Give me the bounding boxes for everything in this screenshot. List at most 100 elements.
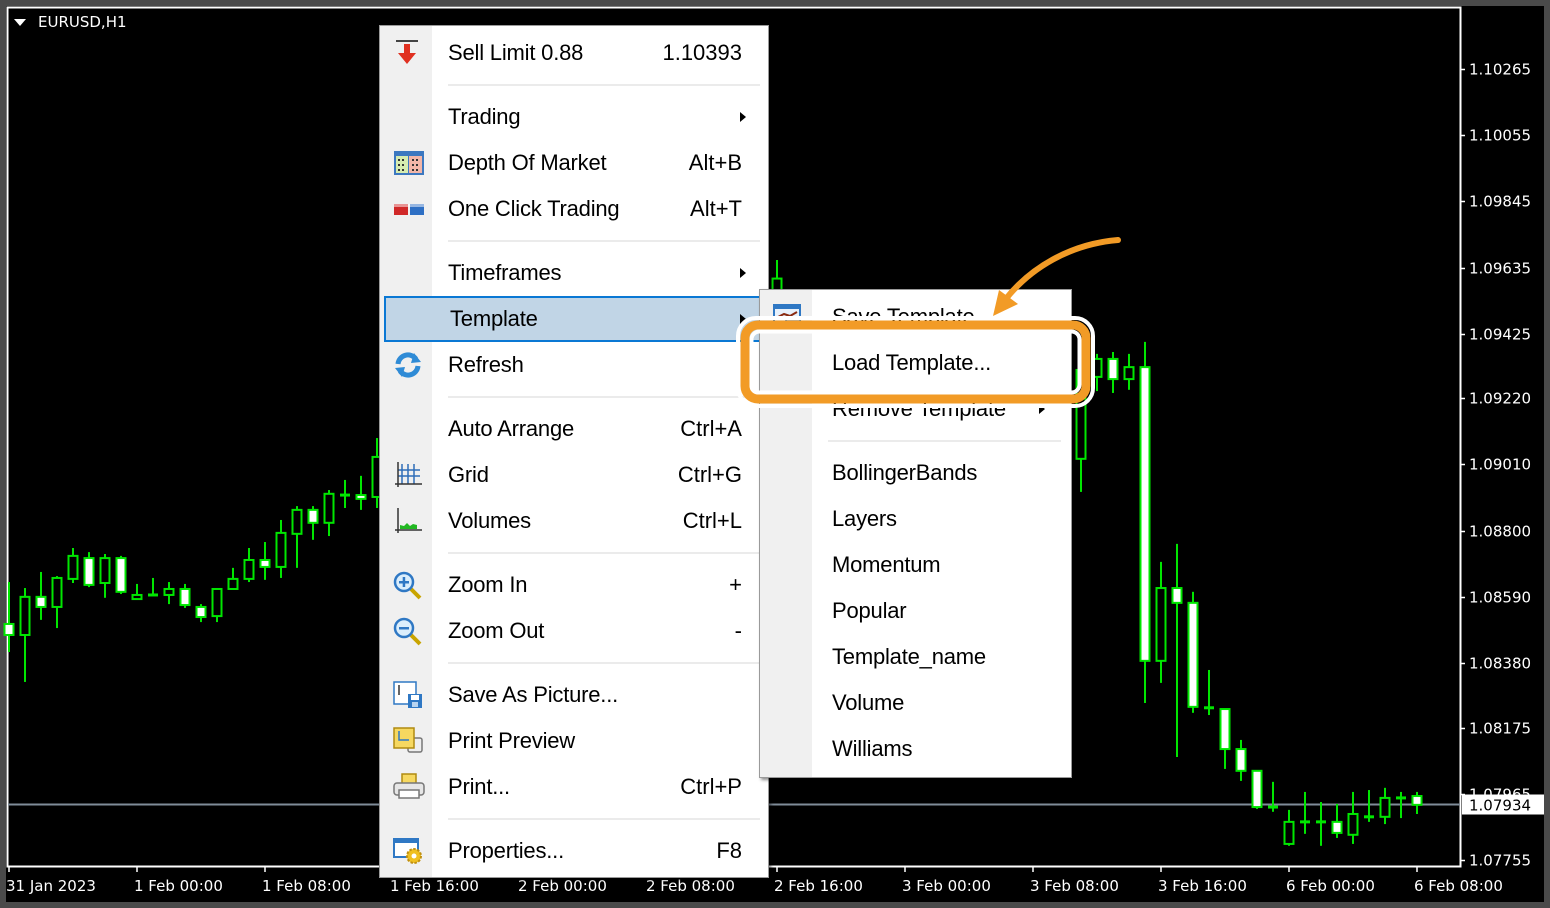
- candle: [148, 577, 158, 597]
- time-axis-label: 1 Feb 00:00: [134, 877, 223, 895]
- candle-body-bull: [211, 587, 223, 618]
- menu-item-shortcut: Ctrl+P: [680, 774, 742, 799]
- menu-item-label: Remove Template: [832, 396, 1006, 421]
- candle: [1187, 591, 1199, 713]
- menu-item-volume[interactable]: Volume: [764, 680, 1065, 726]
- candle-body-bull: [1347, 812, 1359, 836]
- menu-item-shortcut: +: [729, 572, 742, 597]
- candle: [1411, 791, 1423, 814]
- submenu-arrow-icon: [740, 314, 746, 324]
- candle: [307, 506, 319, 540]
- candle-body-bull: [67, 554, 79, 580]
- time-axis-label: 1 Feb 08:00: [262, 877, 351, 895]
- menu-separator: [448, 396, 760, 398]
- menu-item-label: Print...: [448, 774, 510, 799]
- candle: [1123, 353, 1135, 390]
- menu-item-label: Depth Of Market: [448, 150, 607, 175]
- price-axis-label: 1.08800: [1469, 523, 1531, 541]
- candle-body-bull: [1075, 368, 1087, 460]
- menu-item-print[interactable]: Print... Ctrl+P: [384, 764, 762, 810]
- price-axis: 1.10265 1.10055 1.09845 1.09635 1.09425 1.092…: [1461, 61, 1531, 870]
- menu-item-label: Auto Arrange: [448, 416, 575, 441]
- time-axis-label: 3 Feb 00:00: [902, 877, 991, 895]
- price-axis-label: 1.08590: [1469, 589, 1531, 607]
- menu-item-shortcut: Ctrl+A: [680, 416, 742, 441]
- time-axis-label: 31 Jan 2023: [6, 877, 96, 895]
- candle: [1300, 791, 1310, 834]
- menu-separator: [448, 552, 760, 554]
- menu-item-one-click-trading[interactable]: One Click Trading Alt+T: [384, 186, 762, 232]
- menu-item-popular[interactable]: Popular: [764, 588, 1065, 634]
- menu-item-remove-template[interactable]: Remove Template: [764, 386, 1065, 432]
- menu-item-save-template[interactable]: Save Template: [764, 294, 1065, 340]
- menu-item-sell-limit-0-88[interactable]: Sell Limit 0.88 1.10393: [384, 30, 762, 76]
- candle-body-bear: [179, 587, 191, 607]
- menu-item-print-preview[interactable]: Print Preview: [384, 718, 762, 764]
- candle-body-bull: [275, 531, 287, 568]
- menu-item-bollingerbands[interactable]: BollingerBands: [764, 450, 1065, 496]
- refresh-icon: [390, 350, 426, 380]
- menu-item-label: Volumes: [448, 508, 531, 533]
- price-axis-label: 1.09010: [1469, 456, 1531, 474]
- candle-body-bull: [1283, 820, 1295, 845]
- menu-separator: [448, 818, 760, 820]
- menu-item-label: Save Template: [832, 304, 975, 329]
- candle-body-bear: [1331, 820, 1343, 834]
- save-as-picture-icon: [390, 680, 426, 710]
- menu-item-shortcut: -: [734, 618, 742, 643]
- candle: [1171, 543, 1183, 757]
- candle: [259, 542, 271, 580]
- candle: [99, 553, 111, 598]
- menu-item-volumes[interactable]: Volumes Ctrl+L: [384, 498, 762, 544]
- candle-body-bull: [163, 587, 175, 596]
- candle: [1251, 769, 1263, 809]
- menu-item-label: Refresh: [448, 352, 524, 377]
- candle-body-bear: [1171, 587, 1183, 604]
- menu-item-properties[interactable]: Properties... F8: [384, 828, 762, 874]
- menu-item-shortcut: Ctrl+L: [682, 508, 742, 533]
- candle-body-bull: [1123, 366, 1135, 381]
- volumes-icon: [390, 506, 426, 536]
- time-axis-label: 3 Feb 08:00: [1030, 877, 1119, 895]
- menu-item-label: Momentum: [832, 552, 941, 577]
- price-axis-label: 1.10265: [1469, 61, 1531, 79]
- candle-body-bull: [227, 577, 239, 590]
- candle: [35, 571, 47, 620]
- menu-item-label: Trading: [448, 104, 521, 129]
- menu-item-timeframes[interactable]: Timeframes: [384, 250, 762, 296]
- menu-item-refresh[interactable]: Refresh: [384, 342, 762, 388]
- candle-body-bear: [355, 494, 367, 500]
- candle-body-bull: [243, 558, 255, 580]
- candle-body-bear: [1219, 708, 1231, 751]
- menu-item-label: BollingerBands: [832, 460, 978, 485]
- menu-item-depth-of-market[interactable]: Depth Of Market Alt+B: [384, 140, 762, 186]
- menu-item-layers[interactable]: Layers: [764, 496, 1065, 542]
- menu-item-zoom-in[interactable]: Zoom In +: [384, 562, 762, 608]
- menu-item-trading[interactable]: Trading: [384, 94, 762, 140]
- candle: [179, 583, 191, 608]
- candle: [115, 555, 127, 595]
- menu-item-momentum[interactable]: Momentum: [764, 542, 1065, 588]
- menu-item-zoom-out[interactable]: Zoom Out -: [384, 608, 762, 654]
- menu-item-load-template[interactable]: Load Template...: [764, 340, 1065, 386]
- candle-body-bear: [3, 622, 15, 636]
- menu-item-auto-arrange[interactable]: Auto Arrange Ctrl+A: [384, 406, 762, 452]
- candle: [1364, 790, 1374, 822]
- menu-item-williams[interactable]: Williams: [764, 726, 1065, 772]
- candle: [1331, 803, 1343, 838]
- candle: [3, 582, 15, 653]
- menu-item-save-as-picture[interactable]: Save As Picture...: [384, 672, 762, 718]
- chart-menu-dropdown-icon[interactable]: [14, 19, 26, 26]
- menu-item-grid[interactable]: Grid Ctrl+G: [384, 452, 762, 498]
- menu-item-template-name[interactable]: Template_name: [764, 634, 1065, 680]
- sell-limit-icon: [390, 38, 426, 68]
- price-axis-label: 1.08380: [1469, 655, 1531, 673]
- time-axis-label: 2 Feb 16:00: [774, 877, 863, 895]
- candle-body-bull: [1091, 357, 1103, 378]
- menu-separator: [448, 84, 760, 86]
- time-axis-label: 6 Feb 00:00: [1286, 877, 1375, 895]
- submenu-arrow-icon: [1039, 404, 1045, 414]
- menu-item-template[interactable]: Template: [384, 296, 762, 342]
- symbol-timeframe-title: EURUSD,H1: [38, 13, 127, 31]
- candle: [1235, 739, 1247, 781]
